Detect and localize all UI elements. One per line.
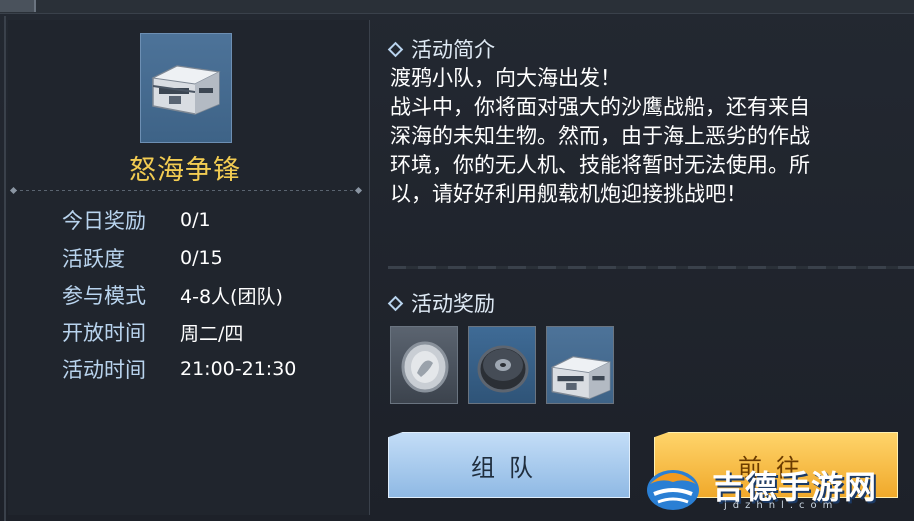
info-value: 0/1 <box>180 209 211 231</box>
intro-header: 活动简介 <box>387 34 495 64</box>
rewards-title: 活动奖励 <box>411 292 495 316</box>
site-watermark: 吉德手游网 jdzhnl.com <box>644 456 894 514</box>
info-row-daily-reward: 今日奖励 0/1 <box>62 205 211 235</box>
event-detail-panel: 活动简介 渡鸦小队，向大海出发！ 战斗中，你将面对强大的沙鹰战船，还有来自 深海… <box>378 20 914 521</box>
section-divider <box>388 266 914 269</box>
event-icon <box>140 33 232 143</box>
info-value: 4-8人(团队) <box>180 285 283 308</box>
info-label: 开放时间 <box>62 321 146 345</box>
info-label: 活动时间 <box>62 358 146 382</box>
diamond-bullet-icon <box>387 41 404 57</box>
reward-slot-3[interactable] <box>546 326 614 404</box>
info-value: 0/15 <box>180 247 223 269</box>
supply-crate-icon <box>550 356 612 400</box>
left-edge <box>4 16 6 521</box>
silver-coin-icon <box>401 341 449 393</box>
event-window: 怒海争锋 今日奖励 0/1 活跃度 0/15 参与模式 4-8人(团队) 开放时… <box>0 0 914 521</box>
info-label: 参与模式 <box>62 284 146 308</box>
info-row-activity: 活跃度 0/15 <box>62 243 223 273</box>
team-button[interactable]: 组队 <box>388 432 630 498</box>
intro-text: 渡鸦小队，向大海出发！ 战斗中，你将面对强大的沙鹰战船，还有来自 深海的未知生物… <box>390 66 810 206</box>
gear-part-icon <box>477 345 529 393</box>
watermark-url: jdzhnl.com <box>724 500 839 511</box>
info-value: 周二/四 <box>180 322 244 345</box>
rewards-header: 活动奖励 <box>387 288 495 318</box>
supply-crate-icon <box>151 65 221 115</box>
reward-slot-2[interactable] <box>468 326 536 404</box>
info-row-time: 活动时间 21:00-21:30 <box>62 354 296 384</box>
reward-slot-1[interactable] <box>390 326 458 404</box>
info-divider <box>14 190 358 191</box>
watermark-logo-icon <box>647 470 699 510</box>
event-title: 怒海争锋 <box>129 155 241 186</box>
diamond-bullet-icon <box>387 295 404 311</box>
info-row-mode: 参与模式 4-8人(团队) <box>62 280 283 310</box>
info-label: 活跃度 <box>62 247 125 271</box>
window-tab[interactable] <box>0 0 36 12</box>
intro-title: 活动简介 <box>411 38 495 62</box>
info-row-open-days: 开放时间 周二/四 <box>62 317 243 347</box>
info-value: 21:00-21:30 <box>180 358 297 380</box>
info-label: 今日奖励 <box>62 209 146 233</box>
top-bar <box>0 0 914 14</box>
